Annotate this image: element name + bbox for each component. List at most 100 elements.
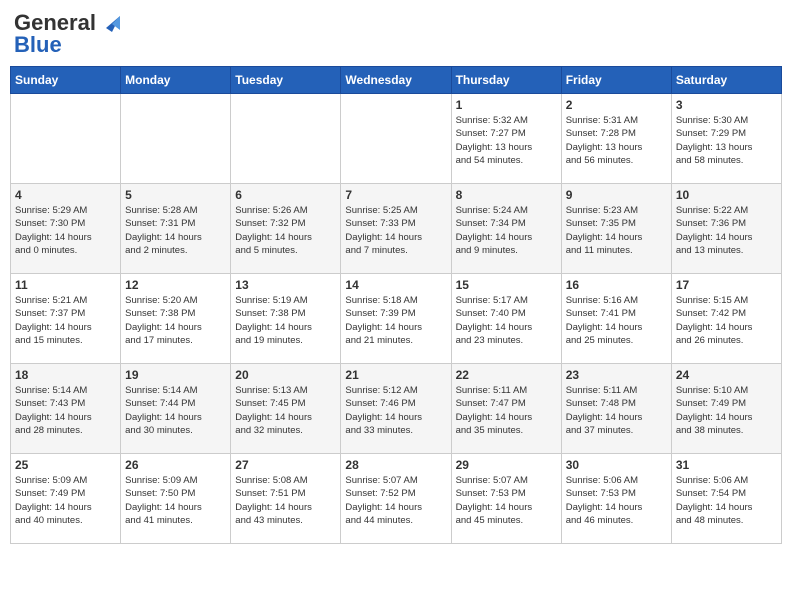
- week-row-0: 1 Sunrise: 5:32 AM Sunset: 7:27 PM Daylig…: [11, 94, 782, 184]
- day-info: Sunrise: 5:30 AM Sunset: 7:29 PM Dayligh…: [676, 114, 777, 167]
- day-number: 11: [15, 278, 116, 292]
- calendar-cell: 20 Sunrise: 5:13 AM Sunset: 7:45 PM Dayli…: [231, 364, 341, 454]
- day-number: 18: [15, 368, 116, 382]
- day-number: 3: [676, 98, 777, 112]
- day-info: Sunrise: 5:16 AM Sunset: 7:41 PM Dayligh…: [566, 294, 667, 347]
- day-info: Sunrise: 5:18 AM Sunset: 7:39 PM Dayligh…: [345, 294, 446, 347]
- calendar-cell: [341, 94, 451, 184]
- day-number: 9: [566, 188, 667, 202]
- logo: General Blue: [14, 10, 120, 58]
- week-row-2: 11 Sunrise: 5:21 AM Sunset: 7:37 PM Dayli…: [11, 274, 782, 364]
- day-number: 12: [125, 278, 226, 292]
- calendar-cell: [11, 94, 121, 184]
- calendar-cell: 11 Sunrise: 5:21 AM Sunset: 7:37 PM Dayli…: [11, 274, 121, 364]
- day-number: 1: [456, 98, 557, 112]
- calendar-cell: 9 Sunrise: 5:23 AM Sunset: 7:35 PM Daylig…: [561, 184, 671, 274]
- calendar-cell: 21 Sunrise: 5:12 AM Sunset: 7:46 PM Dayli…: [341, 364, 451, 454]
- calendar-cell: 31 Sunrise: 5:06 AM Sunset: 7:54 PM Dayli…: [671, 454, 781, 544]
- calendar-cell: 30 Sunrise: 5:06 AM Sunset: 7:53 PM Dayli…: [561, 454, 671, 544]
- day-info: Sunrise: 5:11 AM Sunset: 7:48 PM Dayligh…: [566, 384, 667, 437]
- column-header-tuesday: Tuesday: [231, 67, 341, 94]
- day-info: Sunrise: 5:14 AM Sunset: 7:43 PM Dayligh…: [15, 384, 116, 437]
- day-info: Sunrise: 5:09 AM Sunset: 7:49 PM Dayligh…: [15, 474, 116, 527]
- calendar-header-row: SundayMondayTuesdayWednesdayThursdayFrid…: [11, 67, 782, 94]
- page-header: General Blue: [10, 10, 782, 58]
- day-number: 23: [566, 368, 667, 382]
- logo-blue-text: Blue: [14, 32, 62, 58]
- day-number: 13: [235, 278, 336, 292]
- column-header-saturday: Saturday: [671, 67, 781, 94]
- day-number: 31: [676, 458, 777, 472]
- calendar-cell: 28 Sunrise: 5:07 AM Sunset: 7:52 PM Dayli…: [341, 454, 451, 544]
- calendar-table: SundayMondayTuesdayWednesdayThursdayFrid…: [10, 66, 782, 544]
- column-header-friday: Friday: [561, 67, 671, 94]
- day-info: Sunrise: 5:32 AM Sunset: 7:27 PM Dayligh…: [456, 114, 557, 167]
- calendar-cell: [231, 94, 341, 184]
- day-info: Sunrise: 5:15 AM Sunset: 7:42 PM Dayligh…: [676, 294, 777, 347]
- day-info: Sunrise: 5:19 AM Sunset: 7:38 PM Dayligh…: [235, 294, 336, 347]
- column-header-thursday: Thursday: [451, 67, 561, 94]
- day-info: Sunrise: 5:12 AM Sunset: 7:46 PM Dayligh…: [345, 384, 446, 437]
- day-info: Sunrise: 5:08 AM Sunset: 7:51 PM Dayligh…: [235, 474, 336, 527]
- day-info: Sunrise: 5:11 AM Sunset: 7:47 PM Dayligh…: [456, 384, 557, 437]
- day-number: 14: [345, 278, 446, 292]
- day-info: Sunrise: 5:06 AM Sunset: 7:53 PM Dayligh…: [566, 474, 667, 527]
- calendar-cell: 25 Sunrise: 5:09 AM Sunset: 7:49 PM Dayli…: [11, 454, 121, 544]
- logo-bird-icon: [98, 14, 120, 32]
- calendar-cell: 4 Sunrise: 5:29 AM Sunset: 7:30 PM Daylig…: [11, 184, 121, 274]
- day-info: Sunrise: 5:07 AM Sunset: 7:53 PM Dayligh…: [456, 474, 557, 527]
- day-info: Sunrise: 5:13 AM Sunset: 7:45 PM Dayligh…: [235, 384, 336, 437]
- calendar-cell: 29 Sunrise: 5:07 AM Sunset: 7:53 PM Dayli…: [451, 454, 561, 544]
- calendar-cell: 18 Sunrise: 5:14 AM Sunset: 7:43 PM Dayli…: [11, 364, 121, 454]
- day-number: 20: [235, 368, 336, 382]
- day-number: 15: [456, 278, 557, 292]
- calendar-cell: 2Sunrise: 5:31 AM Sunset: 7:28 PM Daylig…: [561, 94, 671, 184]
- calendar-cell: 14 Sunrise: 5:18 AM Sunset: 7:39 PM Dayli…: [341, 274, 451, 364]
- day-number: 26: [125, 458, 226, 472]
- day-number: 24: [676, 368, 777, 382]
- day-number: 30: [566, 458, 667, 472]
- day-info: Sunrise: 5:25 AM Sunset: 7:33 PM Dayligh…: [345, 204, 446, 257]
- day-number: 21: [345, 368, 446, 382]
- day-number: 25: [15, 458, 116, 472]
- calendar-cell: 15 Sunrise: 5:17 AM Sunset: 7:40 PM Dayli…: [451, 274, 561, 364]
- week-row-1: 4 Sunrise: 5:29 AM Sunset: 7:30 PM Daylig…: [11, 184, 782, 274]
- day-info: Sunrise: 5:28 AM Sunset: 7:31 PM Dayligh…: [125, 204, 226, 257]
- week-row-4: 25 Sunrise: 5:09 AM Sunset: 7:49 PM Dayli…: [11, 454, 782, 544]
- calendar-cell: 3 Sunrise: 5:30 AM Sunset: 7:29 PM Daylig…: [671, 94, 781, 184]
- day-info: Sunrise: 5:17 AM Sunset: 7:40 PM Dayligh…: [456, 294, 557, 347]
- calendar-cell: 1 Sunrise: 5:32 AM Sunset: 7:27 PM Daylig…: [451, 94, 561, 184]
- calendar-cell: 16 Sunrise: 5:16 AM Sunset: 7:41 PM Dayli…: [561, 274, 671, 364]
- day-info: Sunrise: 5:06 AM Sunset: 7:54 PM Dayligh…: [676, 474, 777, 527]
- day-info: Sunrise: 5:24 AM Sunset: 7:34 PM Dayligh…: [456, 204, 557, 257]
- column-header-wednesday: Wednesday: [341, 67, 451, 94]
- calendar-cell: 24 Sunrise: 5:10 AM Sunset: 7:49 PM Dayli…: [671, 364, 781, 454]
- day-info: Sunrise: 5:29 AM Sunset: 7:30 PM Dayligh…: [15, 204, 116, 257]
- day-number: 16: [566, 278, 667, 292]
- calendar-cell: 27 Sunrise: 5:08 AM Sunset: 7:51 PM Dayli…: [231, 454, 341, 544]
- calendar-cell: 5 Sunrise: 5:28 AM Sunset: 7:31 PM Daylig…: [121, 184, 231, 274]
- calendar-cell: [121, 94, 231, 184]
- day-number: 28: [345, 458, 446, 472]
- calendar-cell: 26Sunrise: 5:09 AM Sunset: 7:50 PM Dayli…: [121, 454, 231, 544]
- day-number: 17: [676, 278, 777, 292]
- day-info: Sunrise: 5:07 AM Sunset: 7:52 PM Dayligh…: [345, 474, 446, 527]
- calendar-cell: 22 Sunrise: 5:11 AM Sunset: 7:47 PM Dayli…: [451, 364, 561, 454]
- day-number: 2: [566, 98, 667, 112]
- column-header-monday: Monday: [121, 67, 231, 94]
- day-info: Sunrise: 5:26 AM Sunset: 7:32 PM Dayligh…: [235, 204, 336, 257]
- day-number: 4: [15, 188, 116, 202]
- calendar-cell: 8Sunrise: 5:24 AM Sunset: 7:34 PM Daylig…: [451, 184, 561, 274]
- day-number: 19: [125, 368, 226, 382]
- day-number: 27: [235, 458, 336, 472]
- day-info: Sunrise: 5:10 AM Sunset: 7:49 PM Dayligh…: [676, 384, 777, 437]
- day-info: Sunrise: 5:23 AM Sunset: 7:35 PM Dayligh…: [566, 204, 667, 257]
- day-number: 5: [125, 188, 226, 202]
- day-number: 29: [456, 458, 557, 472]
- calendar-cell: 13 Sunrise: 5:19 AM Sunset: 7:38 PM Dayli…: [231, 274, 341, 364]
- day-info: Sunrise: 5:21 AM Sunset: 7:37 PM Dayligh…: [15, 294, 116, 347]
- calendar-cell: 23 Sunrise: 5:11 AM Sunset: 7:48 PM Dayli…: [561, 364, 671, 454]
- calendar-cell: 12Sunrise: 5:20 AM Sunset: 7:38 PM Dayli…: [121, 274, 231, 364]
- day-number: 22: [456, 368, 557, 382]
- day-number: 7: [345, 188, 446, 202]
